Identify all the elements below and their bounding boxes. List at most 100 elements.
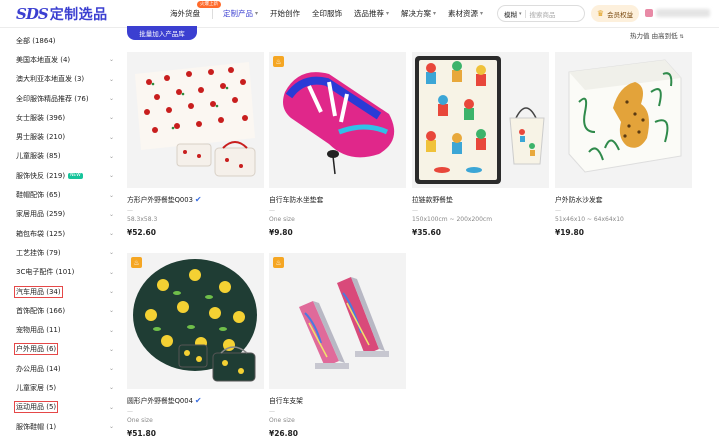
sidebar-category-item[interactable]: 运动用品 (5) ⌄ (13, 398, 120, 417)
sidebar-category-label: 工艺挂饰 (79) (16, 248, 61, 257)
sidebar-category-label: 3C电子配件 (101) (16, 268, 75, 277)
product-card[interactable]: ♨ 自行车支架 — One size ¥26.80 (269, 253, 406, 438)
sidebar-category-item[interactable]: 男士服装 (210) ⌄ (16, 127, 120, 146)
sidebar-category-label: 服饰鞋帽 (1) (16, 422, 57, 431)
chevron-down-icon[interactable]: ⌄ (109, 76, 114, 83)
sidebar-category-label: 箱包布袋 (125) (16, 229, 66, 238)
verified-icon: ✔ (194, 194, 202, 204)
chevron-down-icon[interactable]: ⌄ (109, 269, 114, 276)
hot-badge-icon: ♨ (273, 257, 284, 268)
product-image[interactable]: ♨ (269, 253, 406, 389)
chevron-down-icon[interactable]: ⌄ (109, 249, 114, 256)
search-scope-select[interactable]: 模糊 (504, 9, 517, 19)
product-title[interactable]: 圆形户外野餐垫Q004 ✔ (127, 395, 264, 406)
product-card[interactable]: 拉链款野餐垫 — 150x100cm ~ 200x200cm ¥35.60 (412, 52, 549, 237)
sidebar-category-item[interactable]: 办公用品 (14) ⌄ (16, 359, 120, 378)
chevron-down-icon[interactable]: ⌄ (109, 327, 114, 334)
sidebar-category-item[interactable]: 鞋帽配饰 (65) ⌄ (16, 185, 120, 204)
product-title[interactable]: 户外防水沙发套 (555, 194, 692, 204)
nav-item-create[interactable]: 开始创作 (270, 8, 300, 19)
product-title-text: 户外防水沙发套 (555, 196, 603, 204)
batch-add-button[interactable]: 批量加入产品库 (127, 26, 197, 40)
sidebar-category-item[interactable]: 儿童服装 (85) ⌄ (16, 147, 120, 166)
product-image[interactable] (412, 52, 549, 188)
product-title-text: 自行车防水坐垫套 (269, 196, 324, 204)
search-input[interactable]: 搜索商品 (530, 9, 556, 19)
sidebar-category-item[interactable]: 服饰鞋帽 (1) ⌄ (16, 417, 120, 436)
chevron-down-icon[interactable]: ⌄ (109, 134, 114, 141)
nav-item-resources[interactable]: 素材资源 ▾ (448, 8, 483, 19)
nav-item-solutions[interactable]: 解决方案 ▾ (401, 8, 436, 19)
sidebar-category-item[interactable]: 澳大利亚本地直发 (3) ⌄ (16, 70, 120, 89)
sidebar-category-label: 男士服装 (210) (16, 133, 66, 142)
sidebar-category-item[interactable]: 儿童家居 (5) ⌄ (16, 378, 120, 397)
avatar[interactable] (645, 9, 653, 17)
product-image[interactable]: ♨ (127, 253, 264, 389)
product-card[interactable]: 户外防水沙发套 — 51x46x10 ~ 64x64x10 ¥19.80 (555, 52, 692, 237)
sidebar-category-item[interactable]: 服饰快反 (219) NEW ⌄ (16, 166, 120, 185)
chevron-down-icon[interactable]: ⌄ (109, 114, 114, 121)
product-title[interactable]: 方形户外野餐垫Q003 ✔ (127, 194, 264, 205)
product-title[interactable]: 拉链款野餐垫 (412, 194, 549, 204)
nav-item-custom-products[interactable]: 定制产品 ▾ (223, 8, 258, 19)
sidebar-category-item[interactable]: 女士服装 (396) ⌄ (16, 108, 120, 127)
sort-order: 由高到低 (651, 32, 678, 40)
nav-item-overseas[interactable]: 海外货盘 火爆上新 (170, 1, 221, 19)
chevron-down-icon[interactable]: ⌄ (109, 307, 114, 314)
product-title[interactable]: 自行车支架 (269, 395, 406, 405)
chevron-down-icon[interactable]: ⌄ (109, 288, 114, 295)
sidebar-category-item[interactable]: 首饰配饰 (166) ⌄ (16, 301, 120, 320)
product-title-text: 圆形户外野餐垫Q004 (127, 397, 193, 405)
chevron-down-icon[interactable]: ⌄ (109, 404, 114, 411)
chevron-down-icon[interactable]: ⌄ (109, 230, 114, 237)
chevron-down-icon[interactable]: ⌄ (109, 346, 114, 353)
product-image[interactable] (127, 52, 264, 188)
logo[interactable]: SDS 定制选品 (16, 5, 108, 23)
product-image[interactable]: ♨ (269, 52, 406, 188)
sidebar-category-item[interactable]: 户外用品 (6) ⌄ (13, 340, 120, 359)
sidebar-category-label: 服饰快反 (219) (16, 171, 66, 180)
nav-item-recommend[interactable]: 选品推荐 ▾ (354, 8, 389, 19)
category-sidebar: 全部 (1864) 美国本地直发 (4) ⌄ 澳大利亚本地直发 (3) ⌄ 全印服饰精品推… (13, 31, 120, 436)
product-price: ¥19.80 (555, 228, 584, 237)
sort-control[interactable]: 热力值 由高到低 ⇅ (630, 30, 684, 40)
chevron-down-icon[interactable]: ⌄ (109, 95, 114, 102)
sidebar-category-item[interactable]: 宠物用品 (11) ⌄ (16, 320, 120, 339)
sidebar-category-label: 首饰配饰 (166) (16, 306, 66, 315)
sidebar-category-item[interactable]: 工艺挂饰 (79) ⌄ (16, 243, 120, 262)
chevron-down-icon[interactable]: ⌄ (109, 423, 114, 430)
chevron-down-icon[interactable]: ⌄ (109, 211, 114, 218)
nav-item-all-print[interactable]: 全印服饰 (312, 8, 342, 19)
sort-label: 热力值 (630, 32, 650, 40)
chevron-down-icon[interactable]: ⌄ (109, 56, 114, 63)
sidebar-category-item[interactable]: 箱包布袋 (125) ⌄ (16, 224, 120, 243)
chevron-down-icon: ▾ (255, 10, 259, 17)
product-card[interactable]: 方形户外野餐垫Q003 ✔ — 58.3x58.3 ¥52.60 (127, 52, 264, 237)
main-nav: 海外货盘 火爆上新 定制产品 ▾ 开始创作 全印服饰 选品推荐 ▾ 解决方案 ▾ 素材… (170, 1, 495, 19)
product-card[interactable]: ♨ 自行车防水坐垫套 — One size ¥9.80 (269, 52, 406, 237)
sidebar-category-item[interactable]: 家居用品 (259) ⌄ (16, 205, 120, 224)
product-card[interactable]: ♨ 圆形户外野餐垫Q004 ✔ — One size ¥51.80 (127, 253, 264, 438)
chevron-down-icon[interactable]: ⌄ (109, 172, 114, 179)
nav-label: 海外货盘 (170, 9, 200, 18)
sidebar-category-item[interactable]: 美国本地直发 (4) ⌄ (16, 50, 120, 69)
product-dash: — (127, 408, 133, 415)
vip-benefits-button[interactable]: ♛ 会员权益 (591, 5, 639, 22)
hot-badge-icon: ♨ (131, 257, 142, 268)
sidebar-category-item[interactable]: 3C电子配件 (101) ⌄ (16, 263, 120, 282)
chevron-down-icon[interactable]: ⌄ (109, 365, 114, 372)
product-image[interactable] (555, 52, 692, 188)
sidebar-category-item[interactable]: 全印服饰精品推荐 (76) ⌄ (16, 89, 120, 108)
sidebar-category-label: 澳大利亚本地直发 (3) (16, 75, 85, 84)
sidebar-category-item[interactable]: 汽车用品 (34) ⌄ (14, 282, 120, 301)
nav-label: 选品推荐 (354, 9, 385, 18)
product-title[interactable]: 自行车防水坐垫套 (269, 194, 406, 204)
chevron-down-icon[interactable]: ⌄ (109, 153, 114, 160)
picnic-mat-illustration (127, 52, 264, 188)
chevron-down-icon[interactable]: ⌄ (109, 384, 114, 391)
username-blurred[interactable] (656, 9, 710, 17)
sidebar-category-label: 办公用品 (14) (16, 364, 61, 373)
chevron-down-icon[interactable]: ⌄ (109, 192, 114, 199)
search-box[interactable]: 模糊 ▾ 搜索商品 (497, 5, 585, 22)
sidebar-category-item[interactable]: 全部 (1864) (16, 31, 120, 50)
